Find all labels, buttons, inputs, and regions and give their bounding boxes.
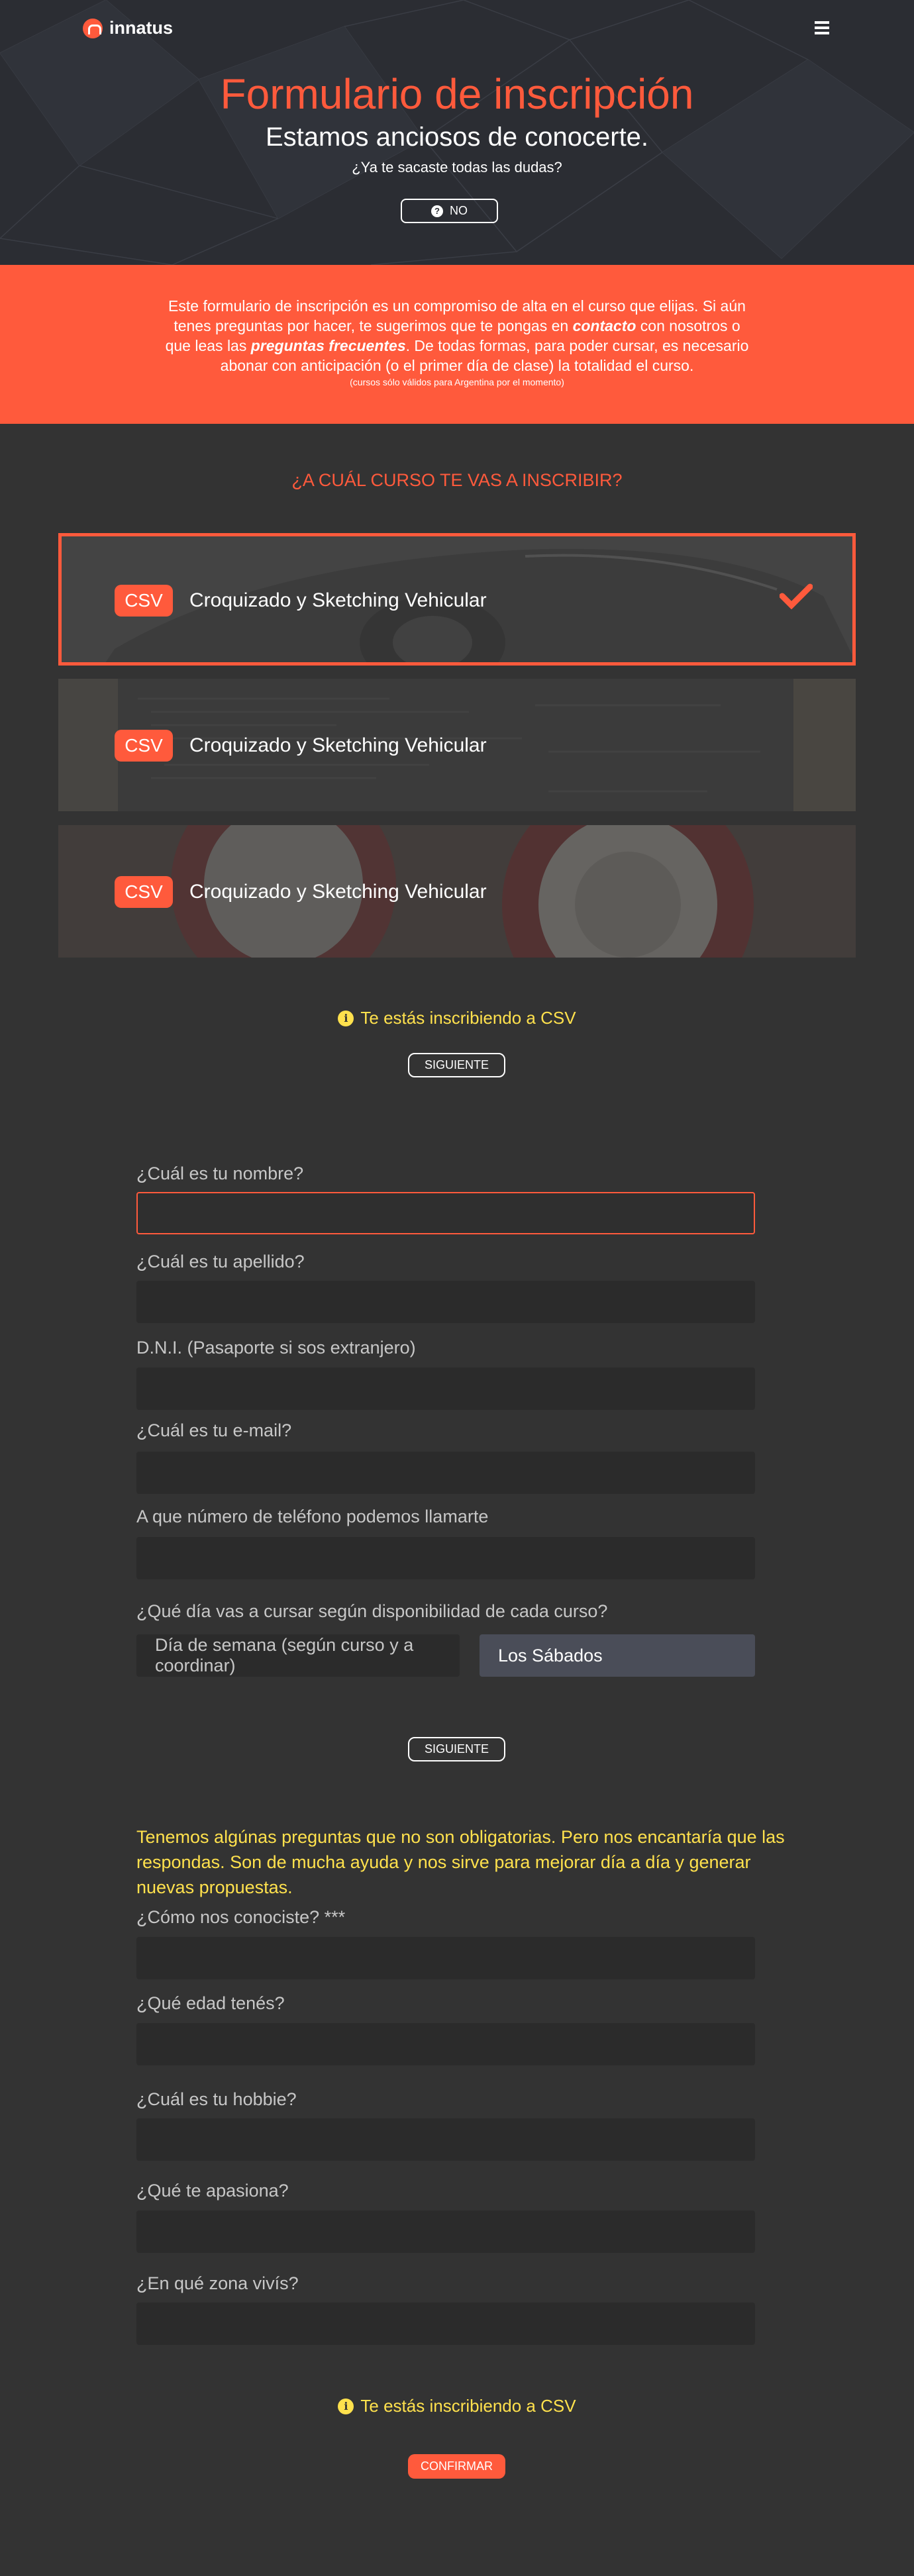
- edad-input[interactable]: [136, 2023, 755, 2065]
- hobbie-input[interactable]: [136, 2118, 755, 2161]
- course-tag: CSV: [115, 585, 173, 617]
- question-circle-icon: ?: [431, 205, 443, 217]
- day-option-weekday[interactable]: Día de semana (según curso y a coordinar…: [136, 1634, 460, 1677]
- apellido-input[interactable]: [136, 1281, 755, 1323]
- top-nav: innatus: [0, 0, 914, 60]
- telefono-label: A que número de teléfono podemos llamart…: [136, 1507, 489, 1526]
- course-card-2[interactable]: CSV Croquizado y Sketching Vehicular: [58, 679, 856, 811]
- dni-input[interactable]: [136, 1367, 755, 1410]
- doubts-question: ¿Ya te sacaste todas las dudas?: [352, 159, 562, 175]
- telefono-input[interactable]: [136, 1537, 755, 1579]
- hamburger-menu-icon[interactable]: [815, 21, 829, 34]
- edad-label: ¿Qué edad tenés?: [136, 1993, 285, 2013]
- brand-name: innatus: [109, 18, 174, 38]
- next-button-courses[interactable]: SIGUIENTE: [408, 1053, 505, 1077]
- next-button-form[interactable]: SIGUIENTE: [408, 1737, 505, 1761]
- selected-course-info: i Te estás inscribiendo a CSV: [0, 1008, 914, 1028]
- hobbie-label: ¿Cuál es tu hobbie?: [136, 2089, 297, 2109]
- innatus-logo-icon: [83, 18, 103, 38]
- course-name: Croquizado y Sketching Vehicular: [189, 881, 487, 903]
- course-name: Croquizado y Sketching Vehicular: [189, 589, 487, 611]
- page-subtitle: Estamos anciosos de conocerte.: [265, 123, 649, 152]
- nombre-label: ¿Cuál es tu nombre?: [136, 1164, 304, 1183]
- zona-label: ¿En qué zona vivís?: [136, 2273, 299, 2293]
- selected-course-info-bottom: i Te estás inscribiendo a CSV: [0, 2396, 914, 2416]
- course-tag: CSV: [115, 876, 173, 908]
- course-tag: CSV: [115, 730, 173, 762]
- intro-band: Este formulario de inscripción es un com…: [0, 265, 914, 424]
- confirm-button[interactable]: CONFIRMAR: [408, 2454, 505, 2479]
- intro-small-note: (cursos sólo válidos para Argentina por …: [350, 377, 564, 387]
- course-card-3[interactable]: CSV Croquizado y Sketching Vehicular: [58, 825, 856, 958]
- email-label: ¿Cuál es tu e-mail?: [136, 1420, 292, 1440]
- course-card-1[interactable]: CSV Croquizado y Sketching Vehicular: [58, 533, 856, 666]
- brand-logo[interactable]: innatus: [83, 18, 173, 38]
- selected-course-text: Te estás inscribiendo a CSV: [360, 2396, 576, 2416]
- apasiona-label: ¿Qué te apasiona?: [136, 2181, 289, 2201]
- no-button[interactable]: ? NO: [401, 199, 498, 223]
- page-title: Formulario de inscripción: [220, 70, 694, 118]
- hero-header: innatus Formulario de inscripción Estamo…: [0, 0, 914, 265]
- contact-link[interactable]: contacto: [573, 317, 636, 334]
- selected-course-text: Te estás inscribiendo a CSV: [360, 1008, 576, 1028]
- dni-label: D.N.I. (Pasaporte si sos extranjero): [136, 1338, 416, 1358]
- conociste-label: ¿Cómo nos conociste? ***: [136, 1907, 346, 1927]
- dia-label: ¿Qué día vas a cursar según disponibilid…: [136, 1601, 608, 1621]
- intro-text: Este formulario de inscripción es un com…: [159, 296, 755, 375]
- nombre-input[interactable]: [136, 1192, 755, 1234]
- conociste-input[interactable]: [136, 1937, 755, 1979]
- no-button-label: NO: [450, 204, 468, 217]
- email-input[interactable]: [136, 1452, 755, 1494]
- apellido-label: ¿Cuál es tu apellido?: [136, 1252, 305, 1271]
- info-circle-icon: i: [338, 1010, 354, 1026]
- faq-link[interactable]: preguntas frecuentes: [251, 337, 406, 354]
- zona-input[interactable]: [136, 2303, 755, 2345]
- course-section-title: ¿A CUÁL CURSO TE VAS A INSCRIBIR?: [291, 470, 623, 490]
- course-name: Croquizado y Sketching Vehicular: [189, 734, 487, 756]
- day-option-saturday[interactable]: Los Sábados: [480, 1634, 755, 1677]
- optional-questions-note: Tenemos algúnas preguntas que no son obl…: [136, 1827, 785, 1897]
- apasiona-input[interactable]: [136, 2210, 755, 2253]
- checkmark-icon: [780, 583, 813, 609]
- info-circle-icon: i: [338, 2398, 354, 2414]
